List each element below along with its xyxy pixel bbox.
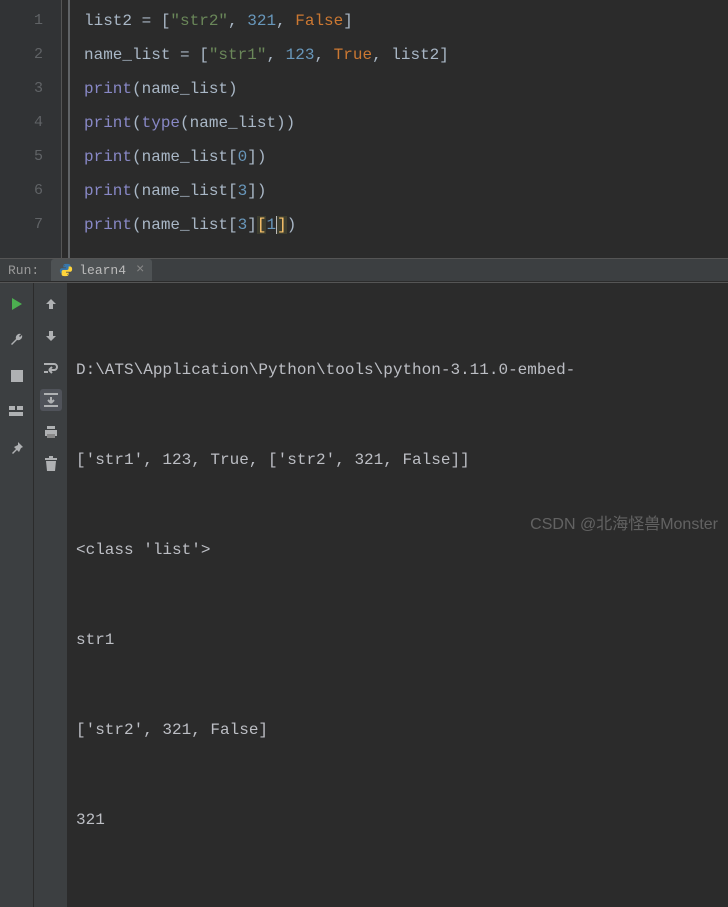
code-line[interactable]: print(name_list[3]) (84, 174, 728, 208)
code-line[interactable]: list2 = ["str2", 321, False] (84, 4, 728, 38)
line-number: 5 (0, 140, 43, 174)
console-line: 321 (76, 805, 720, 835)
run-tab-label: learn4 (79, 263, 126, 278)
code-line[interactable]: print(name_list[3][1]) (84, 208, 728, 242)
run-button[interactable] (6, 293, 28, 315)
line-number-gutter: 1 2 3 4 5 6 7 (0, 0, 62, 258)
run-panel: Run: learn4 × D:\ATS\Application\Python\… (0, 258, 728, 540)
print-icon[interactable] (40, 421, 62, 443)
line-number: 2 (0, 38, 43, 72)
layout-icon[interactable] (6, 401, 28, 423)
soft-wrap-icon[interactable] (40, 357, 62, 379)
up-arrow-icon[interactable] (40, 293, 62, 315)
trash-icon[interactable] (40, 453, 62, 475)
down-arrow-icon[interactable] (40, 325, 62, 347)
run-tab[interactable]: learn4 × (51, 259, 152, 281)
console-line: str1 (76, 625, 720, 655)
run-tool-column-left (0, 283, 34, 907)
line-number: 4 (0, 106, 43, 140)
stop-button[interactable] (6, 365, 28, 387)
run-tool-column-right (34, 283, 68, 907)
run-label: Run: (8, 263, 39, 278)
code-line[interactable]: name_list = ["str1", 123, True, list2] (84, 38, 728, 72)
line-number: 7 (0, 208, 43, 242)
console-line: ['str1', 123, True, ['str2', 321, False]… (76, 445, 720, 475)
scroll-to-end-icon[interactable] (40, 389, 62, 411)
code-area[interactable]: list2 = ["str2", 321, False] name_list =… (68, 0, 728, 258)
console-line: D:\ATS\Application\Python\tools\python-3… (76, 355, 720, 385)
code-line[interactable]: print(name_list[0]) (84, 140, 728, 174)
watermark: CSDN @北海怪兽Monster (530, 510, 718, 534)
line-number: 3 (0, 72, 43, 106)
wrench-icon[interactable] (6, 329, 28, 351)
code-editor[interactable]: 1 2 3 4 5 6 7 list2 = ["str2", 321, Fals… (0, 0, 728, 258)
run-header: Run: learn4 × (0, 259, 728, 282)
console-output[interactable]: D:\ATS\Application\Python\tools\python-3… (68, 283, 728, 907)
line-number: 6 (0, 174, 43, 208)
code-line[interactable]: print(type(name_list)) (84, 106, 728, 140)
line-number: 1 (0, 4, 43, 38)
pin-icon[interactable] (6, 437, 28, 459)
python-icon (59, 263, 73, 277)
close-icon[interactable]: × (136, 262, 144, 278)
code-line[interactable]: print(name_list) (84, 72, 728, 106)
console-line: ['str2', 321, False] (76, 715, 720, 745)
run-body: D:\ATS\Application\Python\tools\python-3… (0, 282, 728, 907)
